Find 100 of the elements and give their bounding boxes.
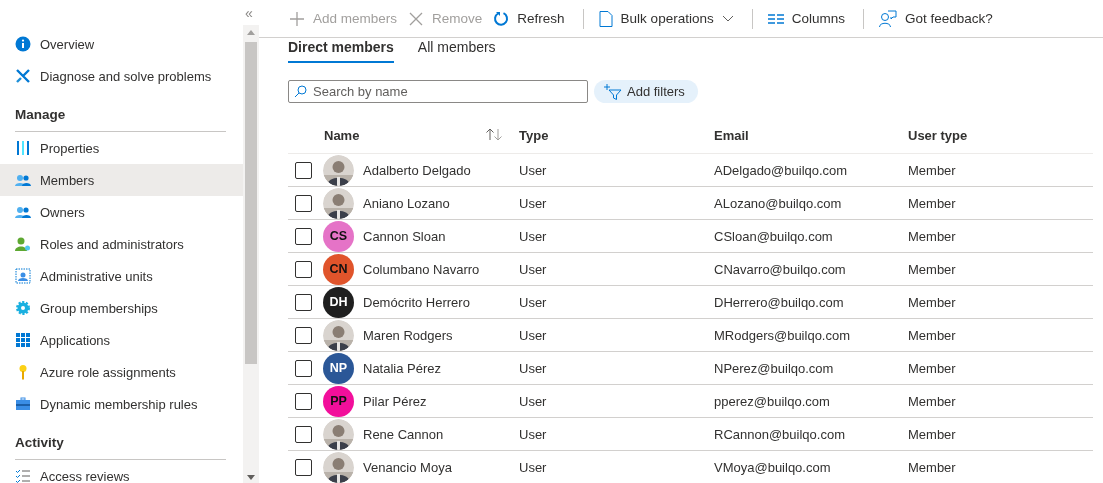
table-cell: User (519, 426, 547, 442)
avatar-initials: PP (323, 385, 354, 417)
sidebar-item[interactable]: Members (0, 164, 243, 196)
table-cell: pperez@builqo.com (714, 393, 830, 409)
toolbar-button[interactable]: Got feedback? (875, 2, 1001, 35)
tab[interactable]: All members (417, 37, 496, 63)
table-cell: Natalia Pérez (363, 360, 442, 376)
column-header[interactable]: Email (714, 127, 749, 143)
search-field[interactable]: Search by name (288, 80, 588, 103)
sidebar-item[interactable]: Access reviews (0, 460, 243, 483)
table-cell: Member (908, 393, 956, 409)
table-cell: Member (908, 327, 956, 343)
sidebar-item[interactable]: Overview (0, 28, 243, 60)
row-checkbox[interactable] (295, 260, 312, 278)
row-checkbox[interactable] (295, 392, 312, 410)
add-filters-button[interactable]: Add filters (594, 80, 698, 103)
table-cell: MRodgers@builqo.com (714, 327, 851, 343)
column-header[interactable]: User type (908, 127, 968, 143)
briefcase-icon (15, 396, 31, 412)
section-heading: Manage (15, 106, 66, 122)
table-cell: User (519, 360, 547, 376)
table-cell: User (519, 195, 547, 211)
user-gear-icon (15, 236, 31, 252)
column-header[interactable]: Name (324, 127, 360, 143)
avatar-initials: CN (323, 253, 354, 285)
avatar-initials: NP (323, 352, 354, 384)
table-cell: User (519, 162, 547, 178)
sidebar-item[interactable]: Owners (0, 196, 243, 228)
toolbar-button[interactable]: Bulk operations (595, 2, 742, 35)
collapse-button[interactable]: « (243, 5, 255, 21)
table-cell: VMoya@builqo.com (714, 459, 831, 475)
avatar-initials: DH (323, 286, 354, 318)
table-cell: User (519, 294, 547, 310)
gear-icon (15, 300, 31, 316)
table-cell: Columbano Navarro (363, 261, 480, 277)
row-checkbox[interactable] (295, 326, 312, 344)
table-cell: Member (908, 459, 956, 475)
toolbar-button[interactable]: Refresh (490, 2, 573, 35)
feedback-icon (878, 9, 897, 28)
users-icon (15, 172, 31, 188)
table-cell: Demócrito Herrero (363, 294, 470, 310)
sidebar-item[interactable]: Roles and administrators (0, 228, 243, 260)
table-cell: Venancio Moya (363, 459, 452, 475)
info-icon (15, 36, 31, 52)
table-cell: Member (908, 261, 956, 277)
table-cell: DHerrero@builqo.com (714, 294, 844, 310)
table-cell: CSloan@builqo.com (714, 228, 833, 244)
plus-icon (289, 10, 305, 27)
row-checkbox[interactable] (295, 227, 312, 245)
checklist-icon (15, 468, 31, 483)
table-cell: Member (908, 195, 956, 211)
sort-icon[interactable] (485, 127, 503, 140)
sidebar-item[interactable]: Applications (0, 324, 243, 356)
table-cell: Member (908, 426, 956, 442)
table-cell: Member (908, 228, 956, 244)
row-checkbox[interactable] (295, 194, 312, 212)
table-cell: ALozano@builqo.com (714, 195, 842, 211)
table-cell: ADelgado@builqo.com (714, 162, 848, 178)
sidebar-item[interactable]: Properties (0, 132, 243, 164)
columns-icon (767, 12, 784, 25)
section-heading: Activity (15, 434, 64, 450)
avatar-initials: CS (323, 220, 354, 252)
table-cell: NPerez@builqo.com (714, 360, 834, 376)
sidebar-item[interactable]: Dynamic membership rules (0, 388, 243, 420)
close-icon (408, 10, 425, 27)
sidebar-item[interactable]: Administrative units (0, 260, 243, 292)
sidebar-item[interactable]: Group memberships (0, 292, 243, 324)
table-cell: Rene Cannon (363, 426, 444, 442)
row-checkbox[interactable] (295, 293, 312, 311)
table-cell: Adalberto Delgado (363, 162, 471, 178)
admin-units-icon (15, 268, 31, 284)
table-cell: User (519, 228, 547, 244)
table-cell: Maren Rodgers (363, 327, 453, 343)
document-icon (598, 10, 613, 27)
table-cell: User (519, 459, 547, 475)
table-cell: Member (908, 360, 956, 376)
sidebar-item[interactable]: Diagnose and solve problems (0, 60, 243, 92)
sidebar-item[interactable]: Azure role assignments (0, 356, 243, 388)
row-checkbox[interactable] (295, 425, 312, 443)
tab[interactable]: Direct members (288, 37, 394, 63)
column-header[interactable]: Type (519, 127, 549, 143)
row-checkbox[interactable] (295, 359, 312, 377)
table-cell: CNavarro@builqo.com (714, 261, 846, 277)
table-cell: Member (908, 294, 956, 310)
table-cell: Member (908, 162, 956, 178)
table-cell: Aniano Lozano (363, 195, 450, 211)
grid-icon (15, 332, 31, 348)
chevron-down-icon (721, 14, 734, 23)
table-cell: RCannon@builqo.com (714, 426, 845, 442)
table-cell: User (519, 393, 547, 409)
toolbar-button[interactable]: Columns (764, 2, 853, 35)
row-checkbox[interactable] (295, 458, 312, 476)
table-cell: User (519, 327, 547, 343)
row-checkbox[interactable] (295, 161, 312, 179)
table-cell: Pilar Pérez (363, 393, 427, 409)
table-cell: Cannon Sloan (363, 228, 446, 244)
scrollbar[interactable] (243, 25, 259, 483)
table-cell: User (519, 261, 547, 277)
users-icon (15, 204, 31, 220)
filter-icon (604, 83, 622, 100)
